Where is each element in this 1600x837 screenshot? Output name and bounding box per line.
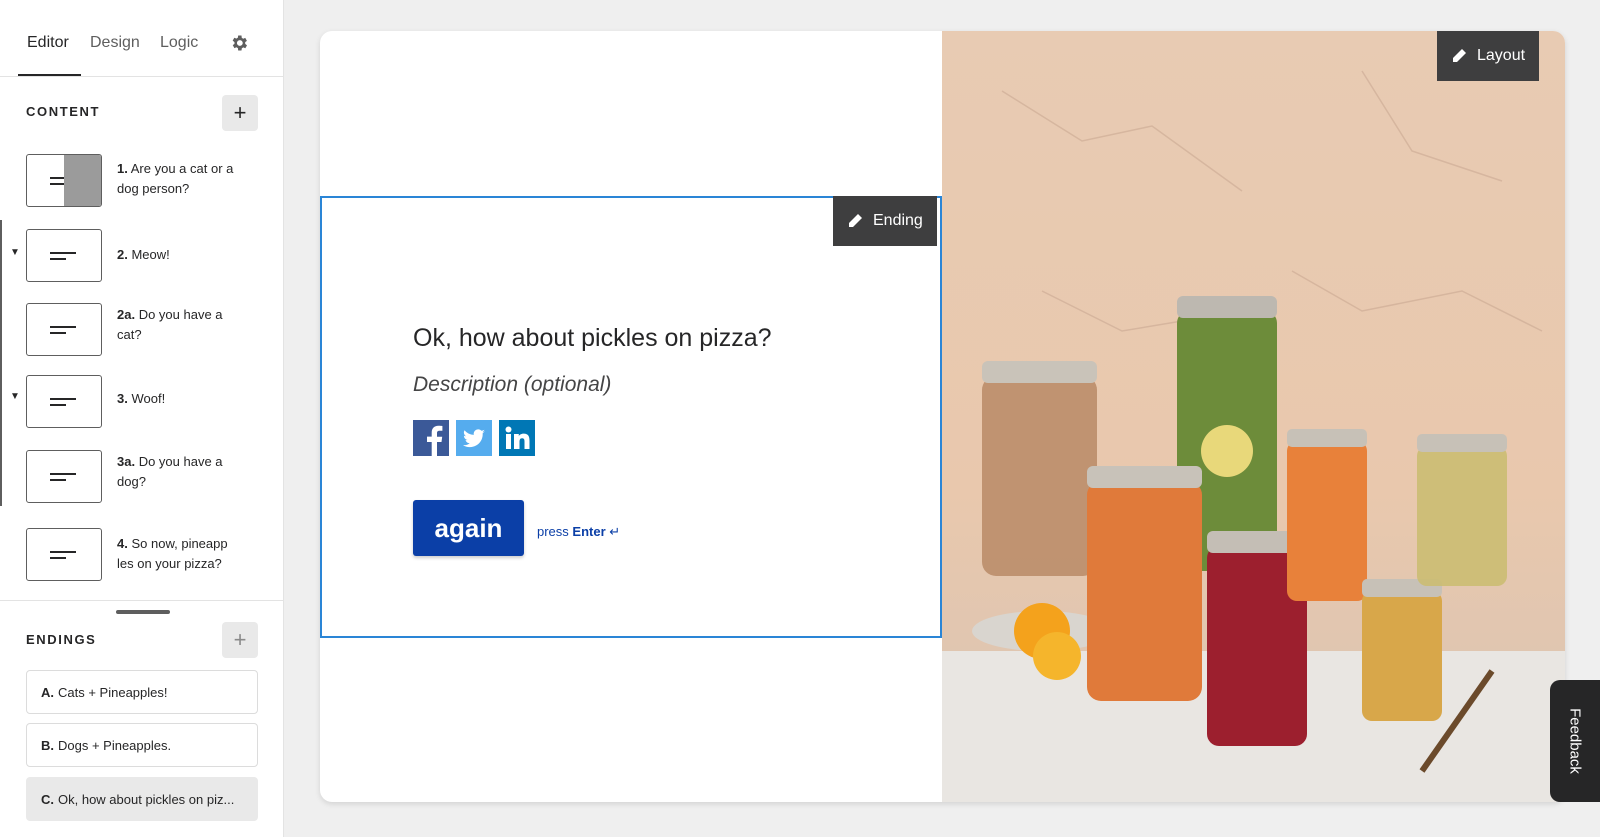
- question-item-4[interactable]: 4. So now, pineapp les on your pizza?: [0, 526, 283, 586]
- question-item-1[interactable]: 1. Are you a cat or a dog person?: [0, 150, 283, 210]
- question-thumbnail: [26, 528, 102, 581]
- question-label: 2a. Do you have a cat?: [117, 307, 223, 342]
- endings-heading: ENDINGS: [26, 632, 97, 647]
- question-thumbnail: [26, 375, 102, 428]
- return-key-icon: ↵: [609, 524, 621, 539]
- ending-item-b[interactable]: B. Dogs + Pineapples.: [26, 723, 258, 767]
- again-button[interactable]: again: [413, 500, 524, 556]
- resize-handle[interactable]: [116, 610, 170, 614]
- add-ending-button[interactable]: +: [222, 622, 258, 658]
- question-item-2a[interactable]: 2a. Do you have a cat?: [0, 299, 283, 359]
- question-item-3a[interactable]: 3a. Do you have a dog?: [0, 446, 283, 506]
- question-label: 2. Meow!: [117, 247, 170, 262]
- ending-item-c[interactable]: C. Ok, how about pickles on piz...: [26, 777, 258, 821]
- pickle-jars-image: [942, 31, 1565, 802]
- tab-design[interactable]: Design: [90, 34, 140, 52]
- question-label: 3. Woof!: [117, 391, 166, 406]
- question-label: 1. Are you a cat or a dog person?: [117, 161, 234, 196]
- question-thumbnail: [26, 154, 102, 207]
- ending-label-button[interactable]: Ending: [833, 196, 937, 246]
- question-item-2[interactable]: ▼ 2. Meow!: [0, 227, 283, 287]
- question-label: 3a. Do you have a dog?: [117, 454, 223, 489]
- tab-editor[interactable]: Editor: [27, 34, 69, 52]
- ending-item-a[interactable]: A. Cats + Pineapples!: [26, 670, 258, 714]
- collapse-caret-icon[interactable]: ▼: [10, 391, 20, 402]
- question-thumbnail: [26, 303, 102, 356]
- tab-logic[interactable]: Logic: [160, 34, 198, 52]
- sidebar: Editor Design Logic CONTENT + 1. Are you…: [0, 0, 284, 837]
- add-question-button[interactable]: +: [222, 95, 258, 131]
- ending-block[interactable]: Ending Ok, how about pickles on pizza? D…: [320, 196, 942, 638]
- feedback-tab[interactable]: Feedback: [1550, 680, 1600, 802]
- ending-description[interactable]: Description (optional): [413, 373, 611, 397]
- collapse-caret-icon[interactable]: ▼: [10, 247, 20, 258]
- active-tab-indicator: [18, 74, 81, 76]
- preview-canvas: Layout Ending Ok, how about pickles on p…: [320, 31, 1565, 802]
- enter-hint: press Enter ↵: [537, 524, 621, 539]
- layout-button[interactable]: Layout: [1437, 31, 1540, 81]
- question-item-3[interactable]: ▼ 3. Woof!: [0, 373, 283, 433]
- gear-icon[interactable]: [229, 33, 249, 53]
- linkedin-icon[interactable]: [499, 420, 535, 456]
- section-divider: [0, 600, 283, 601]
- facebook-icon[interactable]: [413, 420, 449, 456]
- pencil-icon: [849, 214, 862, 227]
- content-heading: CONTENT: [26, 104, 101, 119]
- ending-title[interactable]: Ok, how about pickles on pizza?: [413, 324, 772, 353]
- tab-bar: Editor Design Logic: [0, 0, 283, 77]
- pencil-icon: [1453, 49, 1466, 62]
- twitter-icon[interactable]: [456, 420, 492, 456]
- question-thumbnail: [26, 450, 102, 503]
- question-label: 4. So now, pineapp les on your pizza?: [117, 536, 228, 571]
- question-thumbnail: [26, 229, 102, 282]
